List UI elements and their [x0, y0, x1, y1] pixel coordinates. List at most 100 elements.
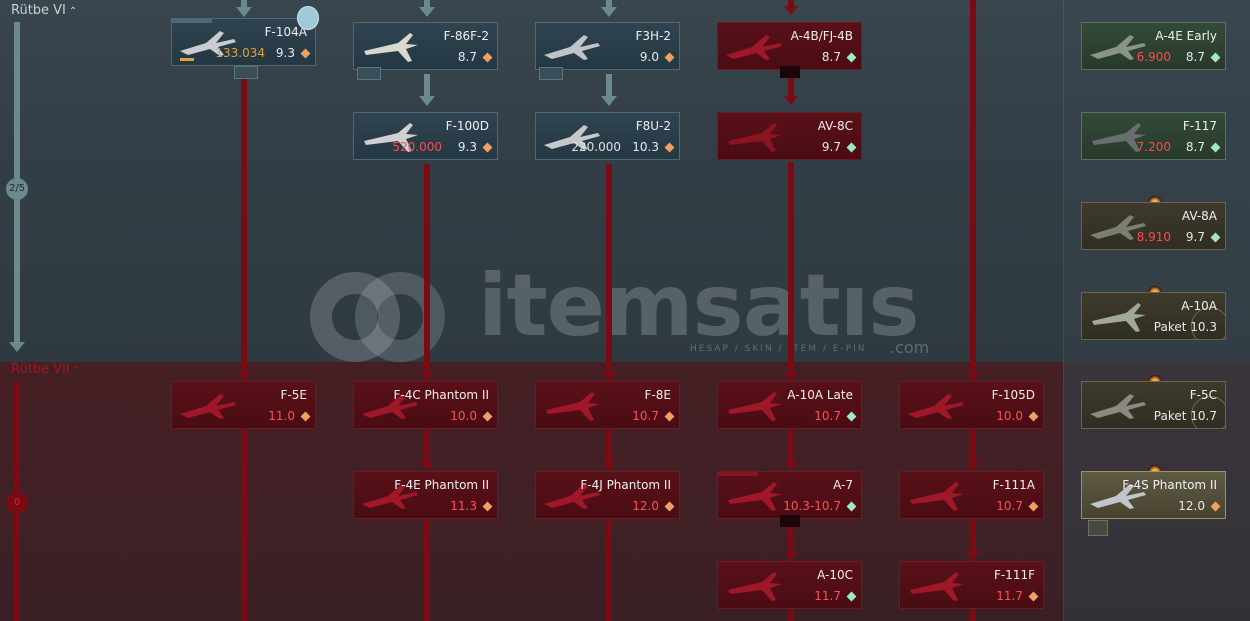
jet-aircraft-icon [364, 33, 418, 62]
vehicle-card-f-111a[interactable]: F-111A 10.7 [899, 471, 1044, 519]
battle-rating: 8.7 [1185, 140, 1205, 154]
battle-rating: 9.7 [1185, 230, 1205, 244]
arrow-down-icon [784, 372, 798, 381]
rank-diamond-icon [1210, 52, 1221, 63]
jet-aircraft-icon [544, 35, 600, 60]
vehicle-card-f-8e[interactable]: F-8E 10.7 [535, 381, 680, 429]
vehicle-name: F-105D [991, 388, 1035, 402]
tree-connector [241, 76, 247, 371]
battle-rating: 10.3 [632, 140, 659, 154]
vehicle-card-a-10a-late[interactable]: A-10A Late 10.7 [717, 381, 862, 429]
vehicle-name: A-4B/FJ-4B [790, 29, 853, 43]
premium-card-f-4s-phantom-ii[interactable]: F-4S Phantom II 12.0 [1081, 471, 1226, 519]
vehicle-card-f-4e-phantom-ii[interactable]: F-4E Phantom II 11.3 [353, 471, 498, 519]
vehicle-card-a-10c[interactable]: A-10C 11.7 [717, 561, 862, 609]
rank-vii-label[interactable]: Rütbe VII ⌃ [11, 362, 81, 377]
jet-aircraft-icon [728, 123, 782, 152]
folder-expand-icon[interactable] [780, 66, 800, 78]
premium-card-a-4e-early[interactable]: A-4E Early 6.900 8.7 [1081, 22, 1226, 70]
tree-connector [788, 430, 794, 462]
folder-expand-icon[interactable] [780, 515, 800, 527]
vehicle-card-f-4j-phantom-ii[interactable]: F-4J Phantom II 12.0 [535, 471, 680, 519]
rank-diamond-icon [664, 142, 675, 153]
vehicle-card-f-4c-phantom-ii[interactable]: F-4C Phantom II 10.0 [353, 381, 498, 429]
rank-diamond-icon [1210, 232, 1221, 243]
vehicle-name: A-10A Late [787, 388, 853, 402]
vehicle-name: F-111A [992, 478, 1035, 492]
crew-slot-icon[interactable] [539, 67, 563, 80]
vehicle-card-f-105d[interactable]: F-105D 10.0 [899, 381, 1044, 429]
vehicle-card-a-4b-fj-4b[interactable]: A-4B/FJ-4B 8.7 [717, 22, 862, 70]
tree-connector [606, 520, 612, 621]
vehicle-name: F-86F-2 [443, 29, 489, 43]
golden-eagle-cost: 6.900 [1136, 50, 1171, 64]
tree-connector [970, 430, 976, 462]
battle-rating: 10.7 [996, 499, 1023, 513]
rank-diamond-icon [846, 142, 857, 153]
tree-connector [788, 162, 794, 371]
arrow-down-icon [602, 462, 616, 471]
premium-card-f-117[interactable]: F-117 7.200 8.7 [1081, 112, 1226, 160]
arrow-down-icon [601, 7, 617, 17]
vehicle-name: A-7 [833, 478, 853, 492]
rank-diamond-icon [482, 52, 493, 63]
rank-diamond-icon [482, 142, 493, 153]
crew-slot-icon[interactable] [357, 67, 381, 80]
rank-vi-text: Rütbe VI [11, 3, 66, 18]
tree-connector [241, 430, 247, 621]
arrow-down-icon [237, 372, 251, 381]
battle-rating: 11.7 [996, 589, 1023, 603]
rank-vi-label[interactable]: Rütbe VI ⌃ [11, 3, 77, 18]
jet-aircraft-icon [180, 394, 236, 419]
battle-rating: 12.0 [1178, 499, 1205, 513]
arrow-down-icon [966, 372, 980, 381]
vehicle-card-f-104a[interactable]: F-104A 133.034 9.3 [171, 18, 316, 66]
golden-eagle-cost: 7.200 [1136, 140, 1171, 154]
jet-aircraft-icon [728, 572, 782, 601]
premium-card-av-8a[interactable]: AV-8A 8.910 9.7 [1081, 202, 1226, 250]
crew-slot-icon[interactable] [1088, 520, 1108, 536]
vehicle-card-f-86f-2[interactable]: F-86F-2 8.7 [353, 22, 498, 70]
tree-connector [970, 0, 976, 371]
vehicle-card-f3h-2[interactable]: F3H-2 9.0 [535, 22, 680, 70]
vehicle-card-f8u-2[interactable]: F8U-2 220.000 10.3 [535, 112, 680, 160]
battle-rating: 9.3 [275, 46, 295, 60]
vehicle-card-f-100d[interactable]: F-100D 520.000 9.3 [353, 112, 498, 160]
vehicle-card-f-111f[interactable]: F-111F 11.7 [899, 561, 1044, 609]
battle-rating: 8.7 [457, 50, 477, 64]
battle-rating: 10.0 [996, 409, 1023, 423]
vehicle-name: F-4S Phantom II [1122, 478, 1217, 492]
premium-card-f-5c[interactable]: F-5C Paket 10.7 [1081, 381, 1226, 429]
crew-slot-icon[interactable] [234, 66, 258, 79]
arrow-down-icon [966, 552, 980, 561]
vehicle-card-av-8c[interactable]: AV-8C 9.7 [717, 112, 862, 160]
research-cost: 220.000 [571, 140, 621, 154]
arrow-down-icon [966, 462, 980, 471]
folder-tab [172, 19, 212, 23]
arrow-down-icon [784, 462, 798, 471]
rank-diamond-icon [846, 52, 857, 63]
arrow-down-icon [9, 342, 25, 352]
tree-connector [970, 520, 976, 552]
rank-diamond-icon [1028, 501, 1039, 512]
rank-diamond-icon [300, 48, 311, 59]
vehicle-name: F-4J Phantom II [580, 478, 671, 492]
battle-rating: 9.0 [639, 50, 659, 64]
vehicle-name: F-4E Phantom II [394, 478, 489, 492]
rank-vi-progress-badge: 2/5 [6, 178, 28, 200]
rank-diamond-icon [1028, 591, 1039, 602]
pack-ring-icon [1191, 307, 1225, 339]
tree-connector [424, 74, 430, 96]
research-marker-icon[interactable] [297, 6, 319, 30]
arrow-down-icon [784, 6, 798, 15]
chevron-up-icon: ⌃ [68, 6, 78, 17]
jet-aircraft-icon [1090, 394, 1146, 419]
jet-aircraft-icon [728, 482, 782, 511]
vehicle-card-f-5e[interactable]: F-5E 11.0 [171, 381, 316, 429]
vehicle-name: A-10C [817, 568, 853, 582]
vehicle-name: F8U-2 [635, 119, 671, 133]
battle-rating: 12.0 [632, 499, 659, 513]
vehicle-card-a-7[interactable]: A-7 10.3-10.7 [717, 471, 862, 519]
vehicle-name: F-8E [644, 388, 671, 402]
premium-card-a-10a[interactable]: A-10A Paket 10.3 [1081, 292, 1226, 340]
